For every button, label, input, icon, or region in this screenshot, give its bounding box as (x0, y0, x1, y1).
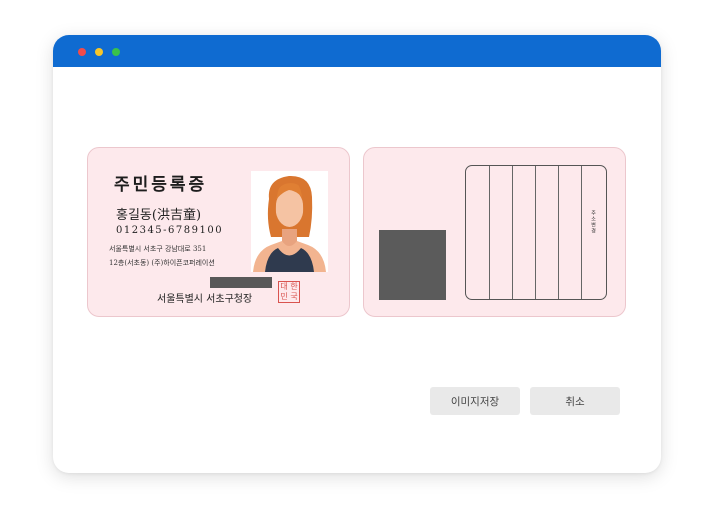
seal-char-2: 한 (290, 282, 298, 291)
table-column-divider (489, 166, 490, 299)
address-change-table: 주소변경 (465, 165, 607, 300)
official-seal-icon: 대 한 민 국 (278, 281, 300, 303)
window-titlebar (53, 35, 661, 67)
maximize-window-dot[interactable] (112, 48, 120, 56)
table-column-divider (535, 166, 536, 299)
id-card-title: 주민등록증 (114, 175, 208, 195)
address-line-2: 12층(서초동) (주)하이픈코퍼레이션 (109, 259, 215, 267)
seal-char-4: 국 (290, 292, 298, 301)
address-change-label: 주소변경 (590, 210, 596, 234)
woman-portrait-icon (251, 171, 328, 272)
minimize-window-dot[interactable] (95, 48, 103, 56)
save-image-button[interactable]: 이미지저장 (430, 387, 520, 415)
app-window: 주민등록증 홍길동(洪吉童) 012345-6789100 서울특별시 서초구 … (53, 35, 661, 473)
table-column-divider (581, 166, 582, 299)
cancel-button[interactable]: 취소 (530, 387, 620, 415)
table-column-divider (512, 166, 513, 299)
seal-char-3: 민 (280, 292, 288, 301)
id-card-front: 주민등록증 홍길동(洪吉童) 012345-6789100 서울특별시 서초구 … (87, 147, 350, 317)
redacted-fingerprint-area (379, 230, 446, 300)
holder-name: 홍길동(洪吉童) (116, 208, 202, 223)
portrait-illustration (251, 171, 328, 272)
close-window-dot[interactable] (78, 48, 86, 56)
seal-char-1: 대 (280, 282, 288, 291)
table-column-divider (558, 166, 559, 299)
resident-number: 012345-6789100 (116, 225, 224, 236)
redacted-issue-date (210, 277, 272, 288)
issuer-name: 서울특별시 서초구청장 (157, 294, 253, 305)
address-line-1: 서울특별시 서초구 강남대로 351 (109, 245, 207, 253)
id-card-back: 주소변경 (363, 147, 626, 317)
